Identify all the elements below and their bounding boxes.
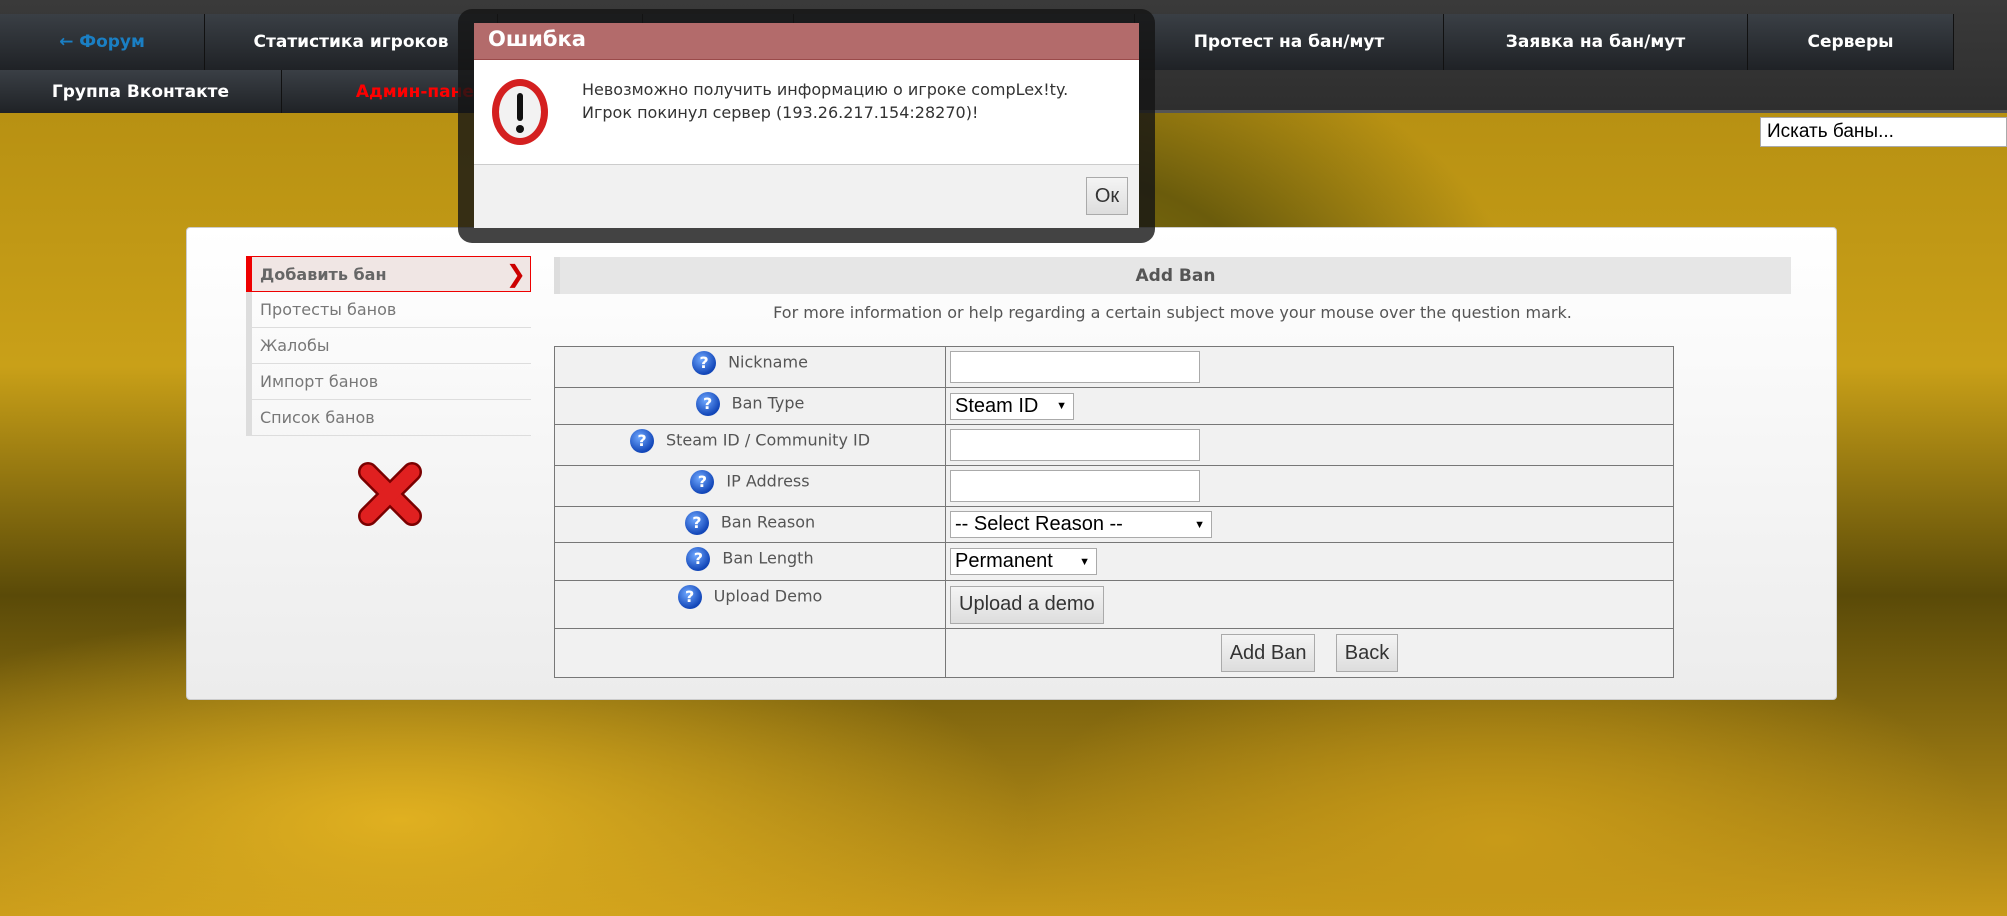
ban-reason-select[interactable]: -- Select Reason -- ▼ [950, 511, 1212, 538]
steam-id-input[interactable] [950, 429, 1200, 461]
help-question-icon[interactable]: ? [686, 547, 711, 571]
form-row: ? Nickname [554, 346, 1674, 388]
sidebar-item-label: Добавить бан [260, 264, 387, 284]
dialog-footer: Ок [474, 164, 1139, 228]
nav-vk-group[interactable]: Группа Вконтакте [0, 70, 282, 113]
nav-player-stats[interactable]: Статистика игроков [205, 14, 498, 70]
red-x-icon [358, 462, 422, 526]
ok-button[interactable]: Ок [1086, 177, 1128, 215]
upload-demo-button[interactable]: Upload a demo [950, 585, 1104, 624]
sidebar: Добавить бан ❯ Протесты банов Жалобы Импо… [246, 256, 531, 436]
dialog-message-line: Игрок покинул сервер (193.26.217.154:282… [582, 103, 979, 122]
field-label: Steam ID / Community ID [665, 430, 871, 450]
select-value: Steam ID [955, 394, 1039, 417]
field-label: Nickname [728, 352, 808, 372]
form-row: ? IP Address [554, 465, 1674, 507]
help-question-icon[interactable]: ? [677, 585, 702, 609]
error-dialog: Ошибка Невозможно получить информацию о … [474, 23, 1139, 228]
ip-address-input[interactable] [950, 470, 1200, 502]
back-button[interactable]: Back [1335, 634, 1399, 672]
field-label: Ban Length [722, 548, 814, 568]
add-ban-button[interactable]: Add Ban [1220, 634, 1316, 672]
ban-length-select[interactable]: Permanent ▼ [950, 548, 1097, 575]
field-label: Ban Reason [720, 512, 816, 532]
help-question-icon[interactable]: ? [695, 392, 720, 416]
form-row: ? Ban Type Steam ID ▼ [554, 387, 1674, 425]
warning-exclamation-icon [492, 79, 548, 145]
help-question-icon[interactable]: ? [690, 470, 715, 494]
dialog-title: Ошибка [474, 23, 1139, 60]
help-question-icon[interactable]: ? [629, 429, 654, 453]
form-row: ? Ban Reason -- Select Reason -- ▼ [554, 506, 1674, 543]
dropdown-arrow-icon: ▼ [1079, 555, 1090, 568]
nav-ban-request[interactable]: Заявка на бан/мут [1444, 14, 1748, 70]
select-value: -- Select Reason -- [955, 513, 1123, 535]
form-row: ? Ban Length Permanent ▼ [554, 542, 1674, 581]
nav-forum[interactable]: ← Форум [0, 14, 205, 70]
select-value: Permanent [955, 550, 1053, 572]
sidebar-item-import-bans[interactable]: Импорт банов [246, 364, 531, 400]
add-ban-form: ? Nickname ? Ban Type Steam ID ▼ ? Steam ID /… [554, 346, 1674, 678]
field-label: IP Address [726, 471, 810, 491]
sidebar-item-ban-protests[interactable]: Протесты банов [246, 292, 531, 328]
help-text: For more information or help regarding a… [773, 303, 1572, 322]
nav-ban-protest[interactable]: Протест на бан/мут [1135, 14, 1444, 70]
dropdown-arrow-icon: ▼ [1056, 400, 1067, 412]
nickname-input[interactable] [950, 351, 1200, 383]
search-bans-input[interactable]: Искать баны... [1760, 117, 2007, 147]
form-title: Add Ban [554, 257, 1791, 294]
form-row: ? Steam ID / Community ID [554, 424, 1674, 466]
form-row: Add Ban Back [554, 628, 1674, 678]
sidebar-item-ban-list[interactable]: Список банов [246, 400, 531, 436]
ban-type-select[interactable]: Steam ID ▼ [950, 392, 1074, 420]
chevron-right-icon: ❯ [505, 260, 526, 288]
dialog-message-line: Невозможно получить информацию о игроке … [582, 80, 1069, 99]
form-row: ? Upload Demo Upload a demo [554, 580, 1674, 629]
nav-servers[interactable]: Серверы [1748, 14, 1954, 70]
sidebar-item-add-ban[interactable]: Добавить бан ❯ [246, 256, 531, 292]
dialog-message: Невозможно получить информацию о игроке … [582, 78, 1068, 124]
help-question-icon[interactable]: ? [692, 351, 717, 375]
dropdown-arrow-icon: ▼ [1194, 518, 1205, 531]
field-label: Upload Demo [713, 586, 823, 606]
help-question-icon[interactable]: ? [684, 511, 709, 535]
field-label: Ban Type [731, 393, 805, 413]
sidebar-item-complaints[interactable]: Жалобы [246, 328, 531, 364]
